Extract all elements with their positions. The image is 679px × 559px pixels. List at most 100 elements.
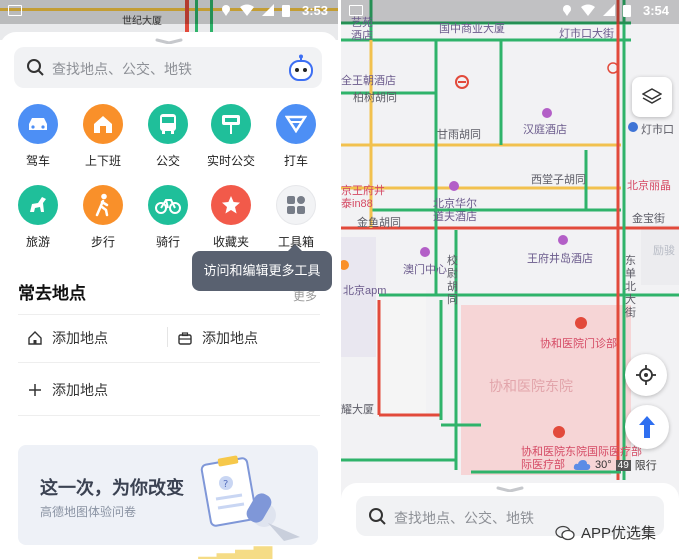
shortcut-toolbox[interactable]: 工具箱	[264, 185, 328, 250]
map-label: 国中商业大厦	[439, 23, 505, 35]
weather-widget[interactable]: 30° 49 限行	[573, 457, 657, 473]
place-label: 添加地点	[52, 330, 108, 346]
horse-icon	[18, 185, 58, 225]
map-label: 际医疗部	[521, 459, 565, 471]
shortcut-label: 旅游	[25, 235, 50, 249]
shortcut-favorites[interactable]: 收藏夹	[199, 185, 263, 250]
bus-stop-icon	[211, 104, 251, 144]
aqi-badge: 49	[615, 459, 631, 471]
divider	[18, 415, 320, 416]
search-placeholder: 查找地点、公交、地铁	[52, 61, 192, 77]
map-label: 校尉胡同	[447, 255, 458, 306]
frequent-places-title: 常去地点	[18, 284, 86, 303]
map-label: 协和医院东院	[489, 378, 573, 394]
add-home-place[interactable]: 添加地点	[28, 328, 108, 348]
add-place[interactable]: 添加地点	[28, 380, 108, 400]
toolbox-icon	[276, 185, 316, 225]
peek-decoration: ▁▂▃▄▅	[180, 536, 273, 559]
banner-title: 这一次，为你改变	[40, 478, 184, 498]
toolbox-tooltip: 访问和编辑更多工具	[192, 244, 332, 291]
walk-icon	[83, 185, 123, 225]
shortcut-taxi[interactable]: 打车	[264, 104, 328, 169]
shortcut-drive[interactable]: 驾车	[6, 104, 70, 169]
map-label: 酒店	[351, 30, 373, 42]
crosshair-icon	[636, 365, 656, 385]
map-label: 西堂子胡同	[531, 174, 586, 186]
map-label: 王府井岛酒店	[527, 253, 593, 265]
svg-text:?: ?	[223, 479, 228, 490]
drag-handle[interactable]	[155, 38, 183, 44]
add-work-place[interactable]: 添加地点	[178, 328, 258, 348]
home-icon	[28, 331, 42, 345]
shortcut-realtime-bus[interactable]: 实时公交	[199, 104, 263, 169]
map-label: 世纪大厦	[122, 16, 162, 27]
status-icons	[220, 4, 290, 17]
shortcut-travel[interactable]: 旅游	[6, 185, 70, 250]
bottom-sheet: 查找地点、公交、地铁	[341, 483, 679, 559]
wifi-icon	[240, 4, 254, 16]
shortcut-label: 打车	[283, 154, 308, 168]
shortcut-bike[interactable]: 骑行	[136, 185, 200, 250]
briefcase-icon	[178, 331, 192, 345]
layers-button[interactable]	[632, 77, 672, 117]
cloud-icon	[573, 460, 591, 470]
shortcut-label: 驾车	[25, 154, 50, 168]
shortcut-label: 实时公交	[206, 154, 255, 168]
search-icon	[27, 59, 44, 76]
notification-icon	[8, 5, 22, 16]
map-label: 泰in88	[341, 198, 373, 210]
map-label: 澳门中心	[403, 264, 447, 276]
divider	[18, 314, 320, 315]
shortcut-label: 步行	[90, 235, 115, 249]
temperature: 30°	[595, 459, 612, 471]
map-label: 甘雨胡同	[437, 129, 481, 141]
map-label: 北京apm	[343, 285, 387, 297]
place-label: 添加地点	[202, 330, 258, 346]
layers-icon	[642, 88, 662, 104]
wechat-icon	[555, 525, 575, 540]
shortcut-walk[interactable]: 步行	[71, 185, 135, 250]
home-work-icon	[83, 104, 123, 144]
search-bar[interactable]: 查找地点、公交、地铁	[14, 47, 322, 88]
bottom-sheet: 查找地点、公交、地铁 驾车 上下班 公交 实时公交 打车 旅游 步行 骑行 收藏…	[0, 32, 338, 559]
divider	[18, 362, 320, 363]
bike-icon	[148, 185, 188, 225]
map-label: 道夫酒店	[433, 211, 477, 223]
locate-button[interactable]	[625, 354, 667, 396]
map-label: 协和医院门诊部	[540, 338, 617, 350]
star-icon	[211, 185, 251, 225]
restriction-label: 限行	[634, 460, 657, 472]
banner-subtitle: 高德地图体验问卷	[40, 505, 137, 519]
left-screen: 世纪大厦 3:53 查找地点、公交、地铁 驾车 上下班 公交 实时公交 打车 旅…	[0, 0, 338, 559]
route-arrow-icon	[639, 416, 655, 438]
shortcut-bus[interactable]: 公交	[136, 104, 200, 169]
map-label: 汉庭酒店	[523, 124, 567, 136]
divider	[167, 327, 168, 347]
signal-icon	[262, 4, 274, 16]
plus-icon	[29, 384, 41, 396]
search-icon	[369, 508, 386, 525]
map-label: 全王朝酒店	[341, 75, 396, 87]
map-label: 北京丽晶	[627, 180, 671, 192]
status-time: 3:54	[642, 3, 669, 18]
right-screen: 3:54 国中商业大厦 灯市口大街 艺苑 酒店 全王朝酒店 柏树胡同 甘雨胡同 …	[341, 0, 679, 559]
watermark-text: APP优选集	[581, 525, 657, 542]
wifi-icon	[581, 4, 595, 16]
map-label: 东单北大街	[625, 255, 636, 319]
location-icon	[222, 5, 230, 16]
assistant-bot-icon[interactable]	[288, 54, 314, 82]
shortcut-label: 骑行	[155, 235, 180, 249]
map-label: 耀大厦	[341, 404, 374, 416]
shortcut-label: 公交	[155, 154, 180, 168]
navigation-button[interactable]	[625, 405, 669, 449]
bus-icon	[148, 104, 188, 144]
status-icons	[561, 4, 631, 17]
map-label: 金鱼胡同	[357, 217, 401, 229]
search-placeholder: 查找地点、公交、地铁	[394, 510, 534, 526]
battery-icon	[282, 5, 290, 17]
status-time: 3:53	[301, 3, 328, 18]
shortcut-commute[interactable]: 上下班	[71, 104, 135, 169]
map-label: 金宝街	[632, 213, 665, 225]
signal-icon	[603, 4, 615, 16]
drag-handle[interactable]	[496, 486, 524, 492]
